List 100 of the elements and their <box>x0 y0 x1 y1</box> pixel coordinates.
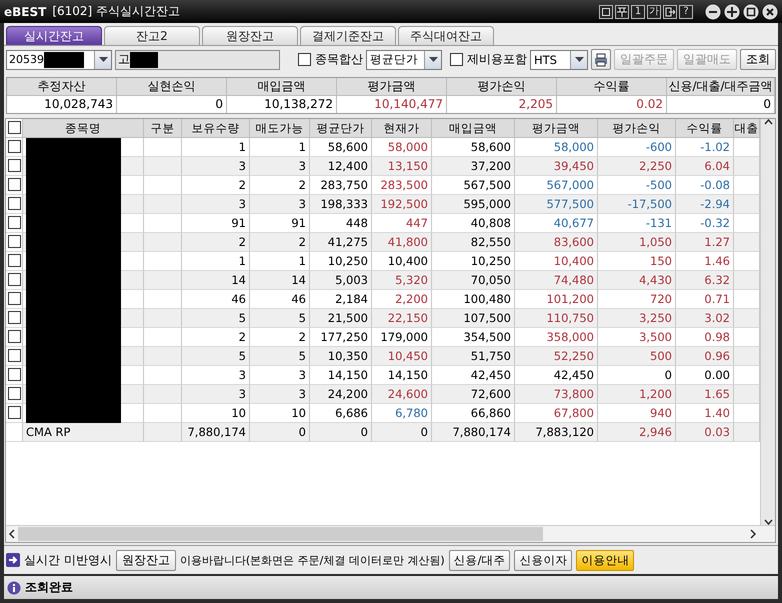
table-cell: 6.32 <box>676 270 734 290</box>
table-cell: 4,430 <box>598 270 676 290</box>
column-header[interactable]: 평가금액 <box>515 118 598 138</box>
account-number: 20539 <box>9 53 44 66</box>
column-header[interactable]: 종목명 <box>23 118 144 138</box>
table-cell: 6.04 <box>676 156 734 176</box>
footer-button[interactable]: 신용이자 <box>514 550 572 571</box>
checkbox[interactable] <box>8 235 20 248</box>
checkbox[interactable] <box>8 349 20 362</box>
table-cell: 5 <box>250 346 310 366</box>
table-cell: 7,880,174 <box>432 422 515 442</box>
dropdown-arrow-icon <box>428 57 438 62</box>
tab[interactable]: 결제기준잔고 <box>300 26 396 45</box>
column-header[interactable]: 보유수량 <box>182 118 250 138</box>
tab[interactable]: 잔고2 <box>104 26 200 45</box>
table-cell: 24,600 <box>372 384 432 404</box>
table-cell: 192,500 <box>372 194 432 214</box>
tab[interactable]: 주식대여잔고 <box>398 26 494 45</box>
summary-value: 0 <box>117 96 227 113</box>
scrollbar-thumb[interactable] <box>18 527 543 542</box>
column-header[interactable]: 대출 <box>734 118 760 138</box>
toolbar-button[interactable] <box>663 4 677 18</box>
checkbox[interactable] <box>8 121 20 134</box>
summary-header: 수익률 <box>557 78 667 96</box>
table-cell: 1,200 <box>598 384 676 404</box>
table-cell: 1,050 <box>598 232 676 252</box>
table-cell: 51,750 <box>432 346 515 366</box>
checkbox[interactable] <box>8 197 20 210</box>
footer-button[interactable]: 신용/대주 <box>448 550 510 571</box>
move-icon[interactable] <box>724 4 740 20</box>
summary-header: 실현손익 <box>117 78 227 96</box>
price-basis-dropdown[interactable]: 평균단가 <box>366 50 442 70</box>
tab[interactable]: 원장잔고 <box>202 26 298 45</box>
column-header[interactable]: 구분 <box>144 118 182 138</box>
arrow-icon <box>6 553 20 568</box>
toolbar-button[interactable]: 조회 <box>740 49 776 70</box>
toolbar-button[interactable]: 가 <box>647 4 661 18</box>
ledger-button[interactable]: 원장잔고 <box>116 550 176 571</box>
tab[interactable]: 실시간잔고 <box>6 26 102 45</box>
toolbar-button[interactable]: ? <box>679 4 693 18</box>
toolbar-button[interactable]: 1 <box>631 4 645 18</box>
checkbox[interactable] <box>8 140 20 154</box>
table-cell: 72,600 <box>432 384 515 404</box>
account-dropdown[interactable]: 20539 <box>6 50 112 70</box>
checkbox[interactable] <box>450 53 463 66</box>
table-cell: 41,275 <box>310 232 372 252</box>
table-cell: 3,250 <box>598 308 676 328</box>
table-cell: 1.27 <box>676 232 734 252</box>
maximize-icon[interactable] <box>743 4 759 20</box>
summary-value: 10,028,743 <box>7 96 117 113</box>
table-cell: 2 <box>250 232 310 252</box>
checkbox[interactable] <box>8 292 20 306</box>
summary-value: 10,138,272 <box>227 96 337 113</box>
toolbar-button[interactable] <box>599 4 613 18</box>
checkbox[interactable] <box>8 178 20 192</box>
redaction-bar <box>44 52 84 68</box>
table-cell: 14 <box>250 270 310 290</box>
column-header[interactable]: 평가손익 <box>598 118 676 138</box>
column-header[interactable]: 평균단가 <box>310 118 372 138</box>
table-cell: 0.96 <box>676 346 734 366</box>
table-cell: 10,450 <box>372 346 432 366</box>
minimize-icon[interactable] <box>705 4 721 20</box>
checkbox[interactable] <box>8 216 20 230</box>
info-icon <box>7 580 21 594</box>
column-header[interactable]: 현재가 <box>372 118 432 138</box>
close-icon[interactable] <box>762 4 778 20</box>
table-cell: 0.03 <box>676 422 734 442</box>
table-cell: 83,600 <box>515 232 598 252</box>
column-header[interactable]: 매입금액 <box>432 118 515 138</box>
table-cell: 7,883,120 <box>515 422 598 442</box>
checkbox[interactable] <box>8 368 20 382</box>
table-cell: 2,946 <box>598 422 676 442</box>
notice-text: 실시간 미반영시 <box>24 552 112 569</box>
table-cell: 12,400 <box>310 156 372 176</box>
table-cell: 37,200 <box>432 156 515 176</box>
checkbox[interactable] <box>8 387 20 400</box>
print-button[interactable] <box>591 49 611 70</box>
checkbox[interactable] <box>8 406 20 420</box>
footer-button[interactable]: 이용안내 <box>576 550 634 571</box>
channel-dropdown[interactable]: HTS <box>530 50 588 70</box>
checkbox[interactable] <box>8 311 20 324</box>
checkbox[interactable] <box>8 273 20 286</box>
column-header[interactable]: 수익률 <box>676 118 734 138</box>
table-cell: 0 <box>310 422 372 442</box>
summary-value: 2,205 <box>447 96 557 113</box>
column-header[interactable]: 매도가능 <box>250 118 310 138</box>
table-cell: 3.02 <box>676 308 734 328</box>
table-cell: 21,500 <box>310 308 372 328</box>
toolbar-button[interactable] <box>615 4 629 18</box>
table-cell <box>144 422 182 442</box>
checkbox[interactable] <box>298 53 311 66</box>
checkbox[interactable] <box>8 330 20 344</box>
table-cell: 3 <box>182 384 250 404</box>
table-cell: 52,250 <box>515 346 598 366</box>
table-cell: 2 <box>182 232 250 252</box>
table-cell: 3 <box>250 194 310 214</box>
table-cell: CMA RP <box>23 422 144 442</box>
checkbox-label: 제비용포함 <box>467 51 527 68</box>
checkbox[interactable] <box>8 159 20 172</box>
checkbox[interactable] <box>8 254 20 268</box>
